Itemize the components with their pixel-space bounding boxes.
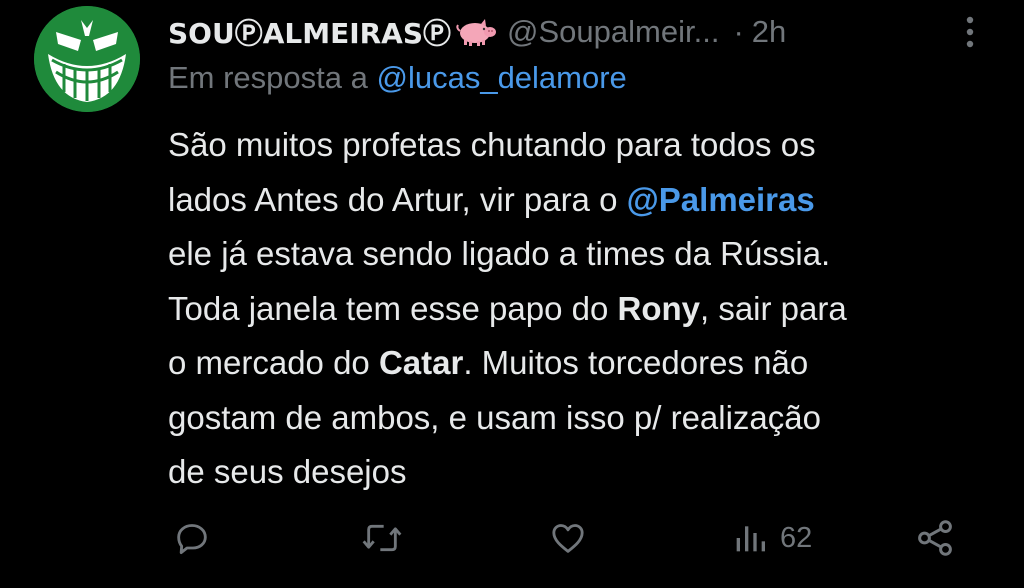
- tweet-text-line: ele já estava sendo ligado a times da Rú…: [168, 227, 1008, 282]
- tweet-time[interactable]: 2h: [752, 14, 786, 50]
- author-display-name[interactable]: SOUⓅALMEIRASⓅ: [168, 12, 451, 52]
- text-segment: São muitos profetas chutando para todos …: [168, 126, 816, 163]
- views-icon: [736, 526, 765, 552]
- author-handle[interactable]: @Soupalmeir...: [507, 14, 719, 50]
- heart-icon: [552, 524, 584, 553]
- more-options-icon[interactable]: [958, 14, 982, 50]
- reply-prefix: Em resposta a: [168, 60, 377, 95]
- bold-text: Catar: [378, 344, 464, 381]
- like-button[interactable]: [548, 510, 588, 566]
- share-button[interactable]: [914, 510, 956, 566]
- views-count: 62: [780, 521, 813, 554]
- text-segment: lados Antes do Artur, vir para o: [168, 180, 627, 218]
- views-button[interactable]: 62: [730, 510, 812, 566]
- tweet-text-line: gostam de ambos, e usam isso p/ realizaç…: [168, 391, 1008, 446]
- text-segment: Toda janela tem esse papo do: [168, 289, 618, 327]
- text-segment: , sair para: [699, 289, 847, 327]
- tweet[interactable]: SOUⓅALMEIRASⓅ @Soupalmeir... · 2h Em res…: [0, 0, 1024, 588]
- bold-text: Rony: [617, 289, 700, 327]
- tweet-text-line: de seus desejos: [168, 445, 1008, 500]
- tweet-header: SOUⓅALMEIRASⓅ @Soupalmeir... · 2h: [168, 8, 786, 56]
- text-segment: . Muitos torcedores não: [463, 344, 809, 381]
- reply-to-handle[interactable]: @lucas_delamore: [376, 60, 626, 95]
- text-segment: o mercado do: [168, 344, 379, 381]
- tweet-text-line: São muitos profetas chutando para todos …: [168, 118, 1008, 173]
- reply-button[interactable]: [172, 510, 212, 566]
- retweet-icon: [362, 524, 402, 552]
- grinning-mask-icon: [34, 6, 140, 112]
- tweet-text-line: Toda janela tem esse papo do Rony, sair …: [168, 282, 1008, 337]
- tweet-text-line: o mercado do Catar. Muitos torcedores nã…: [168, 336, 1008, 391]
- text-segment: gostam de ambos, e usam isso p/ realizaç…: [168, 398, 821, 436]
- avatar[interactable]: [34, 6, 140, 112]
- tweet-text: São muitos profetas chutando para todos …: [168, 118, 1008, 500]
- pig-icon: [455, 18, 497, 46]
- reply-icon: [177, 524, 207, 555]
- text-segment: ele já estava sendo ligado a times da Rú…: [168, 235, 831, 272]
- mention-link[interactable]: @Palmeiras: [627, 181, 815, 218]
- reply-context: Em resposta a @lucas_delamore: [168, 60, 627, 96]
- share-icon: [918, 520, 952, 556]
- separator-dot: ·: [733, 14, 744, 49]
- tweet-text-line: lados Antes do Artur, vir para o @Palmei…: [168, 173, 1008, 228]
- text-segment: de seus desejos: [168, 453, 407, 490]
- retweet-button[interactable]: [360, 510, 404, 566]
- action-bar: 62: [0, 510, 1024, 566]
